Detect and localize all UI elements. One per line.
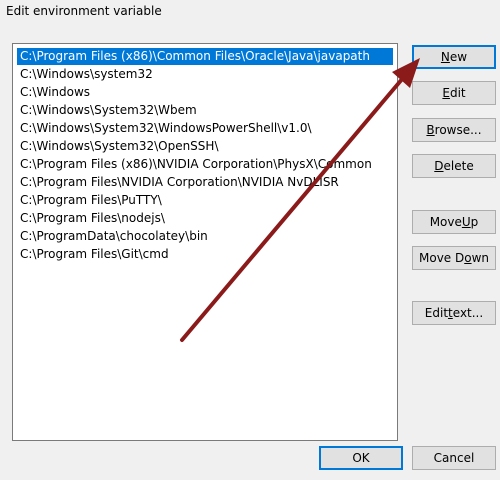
new-button-label-post: ew [449,50,468,64]
browse-button-accel: B [426,123,435,137]
edit-text-button-label-pre: Edit [424,306,449,320]
move-up-button-label-post: p [470,215,479,229]
edit-button-accel: E [442,86,450,100]
path-list-item[interactable]: C:\Windows\System32\Wbem [17,102,393,119]
browse-button-label-post: rowse... [434,123,482,137]
edit-text-button-label-post: ext... [452,306,484,320]
edit-button-label-post: dit [449,86,466,100]
delete-button[interactable]: Delete [412,154,496,178]
move-down-button-label-pre: Move D [419,251,465,265]
cancel-button-label: Cancel [433,451,475,465]
move-up-button-accel: U [461,215,471,229]
path-list-item[interactable]: C:\Windows [17,84,393,101]
move-down-button[interactable]: Move Do wn [412,246,496,270]
new-button[interactable]: New [412,45,496,69]
window-title: Edit environment variable [6,4,162,18]
ok-button-label: OK [352,451,370,465]
path-list-item[interactable]: C:\Windows\System32\OpenSSH\ [17,138,393,155]
delete-button-label-post: elete [443,159,474,173]
path-list-item[interactable]: C:\Program Files (x86)\NVIDIA Corporatio… [17,156,393,173]
path-list[interactable]: C:\Program Files (x86)\Common Files\Orac… [12,43,398,441]
path-list-item[interactable]: C:\Program Files\nodejs\ [17,210,393,227]
edit-text-button[interactable]: Edit t ext... [412,301,496,325]
path-list-item[interactable]: C:\Program Files\PuTTY\ [17,192,393,209]
ok-button[interactable]: OK [319,446,403,470]
path-list-item[interactable]: C:\Program Files\NVIDIA Corporation\NVID… [17,174,393,191]
move-up-button-label-pre: Move [429,215,462,229]
path-list-item[interactable]: C:\Program Files (x86)\Common Files\Orac… [17,48,393,65]
path-list-item[interactable]: C:\Program Files\Git\cmd [17,246,393,263]
path-list-item[interactable]: C:\Windows\System32\WindowsPowerShell\v1… [17,120,393,137]
new-button-accel: N [440,50,450,64]
edit-button[interactable]: Edit [412,81,496,105]
move-up-button[interactable]: Move Up [412,210,496,234]
move-down-button-label-post: wn [471,251,489,265]
browse-button[interactable]: Browse... [412,118,496,142]
cancel-button[interactable]: Cancel [412,446,496,470]
path-list-item[interactable]: C:\Windows\system32 [17,66,393,83]
move-down-button-accel: o [464,251,472,265]
delete-button-accel: D [434,159,444,173]
path-list-item[interactable]: C:\ProgramData\chocolatey\bin [17,228,393,245]
